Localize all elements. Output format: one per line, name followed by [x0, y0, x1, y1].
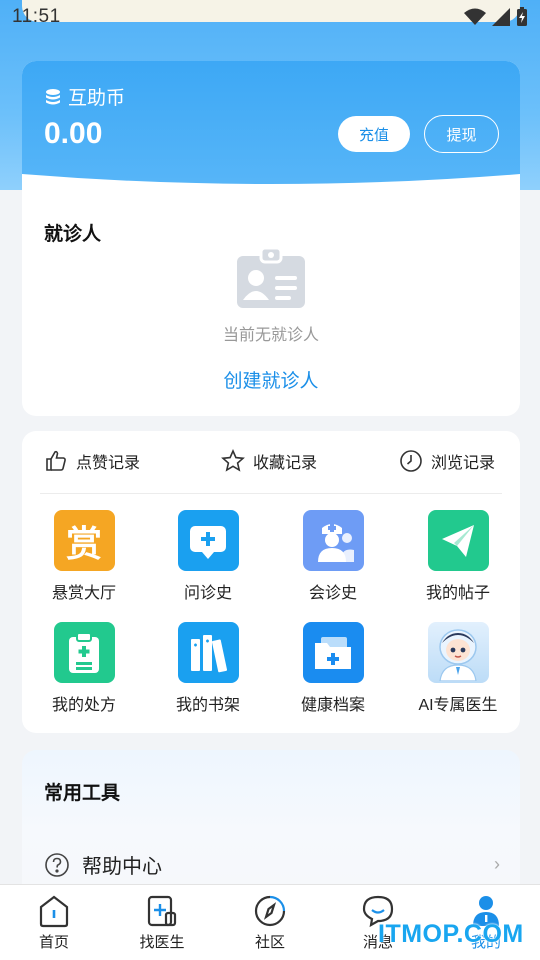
history-record-label: 浏览记录	[431, 455, 496, 472]
tab-label: 找医生	[139, 934, 185, 951]
prescription-clipboard-icon	[53, 622, 115, 683]
grid-item-my-prescriptions[interactable]: 我的处方	[22, 622, 146, 715]
consult-chat-icon	[177, 510, 239, 571]
patient-empty-text: 当前无就诊人	[222, 327, 319, 344]
find-doctor-icon	[147, 895, 177, 927]
id-card-icon	[237, 246, 305, 308]
battery-icon	[517, 7, 527, 26]
health-folder-icon	[302, 622, 364, 683]
favorites-record-label: 收藏记录	[253, 455, 318, 472]
status-icons	[464, 7, 528, 27]
grid-label: 我的书架	[175, 697, 240, 714]
site-watermark: ITMOP.COM	[378, 920, 524, 948]
compass-icon	[254, 895, 286, 927]
star-icon	[221, 449, 245, 472]
chevron-right-icon: ›	[494, 854, 500, 874]
home-icon	[39, 895, 69, 928]
grid-item-my-bookshelf[interactable]: 我的书架	[146, 622, 270, 715]
doctors-group-icon	[302, 510, 364, 571]
signal-icon	[492, 8, 510, 26]
grid-item-reward-hall[interactable]: 赏 悬赏大厅	[22, 510, 146, 603]
clock-icon	[400, 450, 422, 472]
recharge-button[interactable]: 充值	[338, 116, 410, 152]
bookshelf-icon	[177, 622, 239, 683]
tools-section-title: 常用工具	[44, 783, 121, 804]
wifi-icon	[464, 8, 486, 25]
favorites-record-button[interactable]: 收藏记录	[221, 449, 317, 473]
grid-label: 会诊史	[308, 585, 357, 602]
grid-item-joint-consult-history[interactable]: 会诊史	[271, 510, 395, 603]
grid-item-ai-doctor[interactable]: AI专属医生	[396, 622, 520, 715]
history-record-button[interactable]: 浏览记录	[399, 449, 495, 473]
coin-stack-icon	[46, 88, 60, 104]
reward-icon: 赏	[53, 510, 115, 571]
help-center-label: 帮助中心	[82, 856, 162, 878]
grid-item-my-posts[interactable]: 我的帖子	[396, 510, 520, 603]
help-center-item[interactable]: 帮助中心	[44, 850, 162, 879]
grid-label: 问诊史	[183, 585, 232, 602]
patient-section-title: 就诊人	[44, 224, 102, 245]
grid-label: 健康档案	[300, 697, 365, 714]
likes-record-label: 点赞记录	[76, 455, 141, 472]
coin-header-wave	[22, 174, 520, 196]
ai-doctor-avatar-icon	[427, 622, 489, 683]
tools-card: 常用工具 帮助中心 ›	[22, 750, 520, 885]
tab-find-doctor[interactable]: 找医生	[108, 893, 216, 952]
coin-label-text: 互助币	[68, 88, 126, 109]
withdraw-button[interactable]: 提现	[424, 115, 499, 153]
grid-label: AI专属医生	[418, 697, 498, 714]
grid-label: 悬赏大厅	[51, 585, 116, 602]
records-divider	[40, 493, 502, 494]
tab-label: 首页	[38, 934, 69, 951]
grid-label: 我的处方	[51, 697, 116, 714]
records-card: 点赞记录 收藏记录 浏览记录 赏 悬赏大厅 问诊史 会诊史 我的帖子 我的处方 …	[22, 431, 520, 733]
coin-balance: 0.00	[44, 117, 103, 150]
grid-item-health-records[interactable]: 健康档案	[271, 622, 395, 715]
likes-record-button[interactable]: 点赞记录	[44, 449, 140, 473]
tab-home[interactable]: 首页	[0, 893, 108, 952]
tab-label: 社区	[254, 934, 285, 951]
thumbs-up-icon	[46, 450, 66, 471]
status-bar: 11:51	[0, 0, 540, 34]
coin-label: 互助币	[44, 83, 125, 110]
status-time: 11:51	[12, 6, 61, 27]
grid-label: 我的帖子	[425, 585, 490, 602]
grid-item-consult-history[interactable]: 问诊史	[146, 510, 270, 603]
paper-plane-icon	[427, 510, 489, 571]
create-patient-link[interactable]: 创建就诊人	[22, 366, 520, 393]
tab-community[interactable]: 社区	[216, 893, 324, 952]
coin-patient-card: 互助币 0.00 充值 提现 就诊人 当前无就诊人 创建就诊人	[22, 61, 520, 416]
help-circle-icon	[45, 852, 69, 877]
